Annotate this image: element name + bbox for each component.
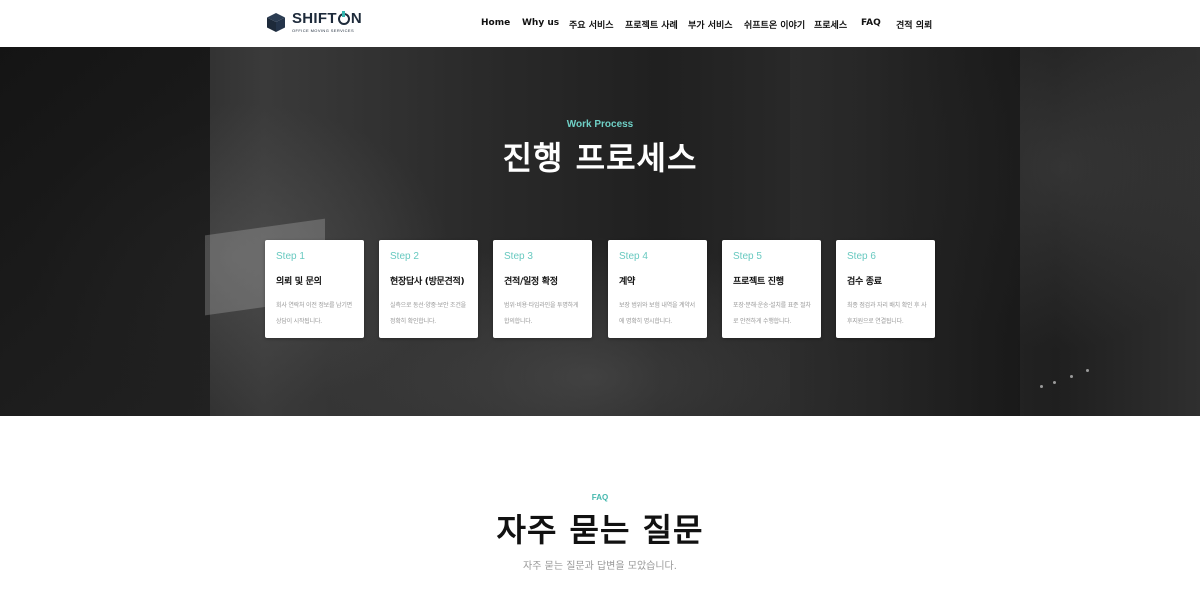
nav-faq[interactable]: FAQ — [861, 18, 881, 28]
step-number: Step 2 — [390, 251, 419, 262]
process-step-card: Step 5 프로젝트 진행 포장·분해·운송·설치를 표준 절차로 안전하게 … — [722, 240, 821, 338]
step-number: Step 3 — [504, 251, 533, 262]
hero-title: 진행 프로세스 — [502, 139, 698, 177]
nav-story[interactable]: 쉬프트온 이야기 — [744, 18, 805, 31]
step-title: 검수 종료 — [847, 277, 882, 287]
step-description: 최종 점검과 자리 배치 확인 후 사후지원으로 연결됩니다. — [847, 302, 927, 325]
site-header: SHIFT N OFFICE MOVING SERVICES Home Why u… — [0, 0, 1200, 47]
process-step-card: Step 4 계약 보장 범위와 보험 내역을 계약서에 명확히 명시합니다. — [608, 240, 707, 338]
brand-logo[interactable]: SHIFT N OFFICE MOVING SERVICES — [265, 10, 362, 33]
step-number: Step 6 — [847, 251, 876, 262]
step-description: 보장 범위와 보험 내역을 계약서에 명확히 명시합니다. — [619, 302, 695, 325]
box-icon — [267, 13, 285, 32]
step-title: 의뢰 및 문의 — [276, 277, 322, 287]
nav-quote[interactable]: 견적 의뢰 — [896, 18, 932, 31]
step-description: 범위·비용·타임라인을 투명하게 합의합니다. — [504, 302, 579, 325]
step-description: 회사 연락처 이전 정보를 남기면 상담이 시작됩니다. — [276, 302, 352, 325]
step-title: 프로젝트 진행 — [733, 277, 784, 287]
hero-kicker: Work Process — [566, 119, 634, 130]
hero-background-figure — [790, 47, 1020, 416]
step-description: 포장·분해·운송·설치를 표준 절차로 안전하게 수행합니다. — [733, 302, 811, 325]
brand-tagline: OFFICE MOVING SERVICES — [292, 28, 355, 33]
faq-title: 자주 묻는 질문 — [496, 511, 704, 549]
process-step-card: Step 3 견적/일정 확정 범위·비용·타임라인을 투명하게 합의합니다. — [493, 240, 592, 338]
process-step-card: Step 2 현장답사 (방문견적) 실측으로 동선·양중·보안 조건을 정확히… — [379, 240, 478, 338]
process-step-card: Step 6 검수 종료 최종 점검과 자리 배치 확인 후 사후지원으로 연결… — [836, 240, 935, 338]
faq-subtitle: 자주 묻는 질문과 답변을 모았습니다. — [523, 561, 677, 572]
nav-process[interactable]: 프로세스 — [814, 18, 847, 31]
step-number: Step 4 — [619, 251, 648, 262]
step-title: 견적/일정 확정 — [504, 277, 558, 287]
process-step-card: Step 1 의뢰 및 문의 회사 연락처 이전 정보를 남기면 상담이 시작됩… — [265, 240, 364, 338]
step-number: Step 5 — [733, 251, 762, 262]
nav-projects[interactable]: 프로젝트 사례 — [625, 18, 678, 31]
power-icon — [337, 10, 350, 25]
process-hero: Work Process 진행 프로세스 Step 1 의뢰 및 문의 회사 연… — [0, 47, 1200, 416]
brand-wordmark: SHIFT N — [292, 10, 362, 27]
hero-background-figure — [0, 47, 210, 416]
nav-home[interactable]: Home — [481, 18, 510, 28]
nav-why-us[interactable]: Why us — [522, 18, 559, 28]
step-title: 계약 — [619, 277, 635, 287]
nav-extra-services[interactable]: 부가 서비스 — [688, 18, 733, 31]
nav-services[interactable]: 주요 서비스 — [569, 18, 614, 31]
step-number: Step 1 — [276, 251, 305, 262]
step-title: 현장답사 (방문견적) — [390, 277, 465, 287]
faq-kicker: FAQ — [591, 493, 609, 502]
step-description: 실측으로 동선·양중·보안 조건을 정확히 확인합니다. — [390, 302, 466, 325]
